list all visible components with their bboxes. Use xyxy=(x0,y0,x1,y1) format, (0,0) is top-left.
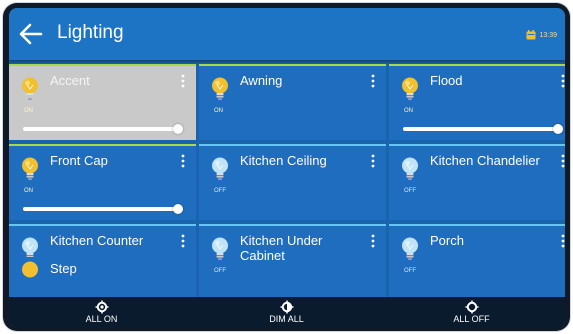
light-state: OFF xyxy=(214,268,226,274)
more-vert-icon[interactable] xyxy=(370,74,376,88)
light-name: Porch xyxy=(430,233,464,248)
light-state: ON xyxy=(404,108,413,114)
brightness-slider[interactable] xyxy=(403,124,564,134)
all-off-label: ALL OFF xyxy=(453,314,490,324)
light-tile-kitchen-under-cabinet[interactable]: Kitchen Under Cabinet OFF xyxy=(199,224,386,300)
light-name: Awning xyxy=(240,73,283,88)
light-name: Kitchen Under Cabinet xyxy=(240,233,323,263)
light-off-icon xyxy=(465,300,478,314)
light-state: ON xyxy=(24,188,33,194)
arrow-left-icon[interactable] xyxy=(17,21,45,47)
dim-all-button[interactable]: DIM ALL xyxy=(194,297,379,328)
clock-time: 13:39 xyxy=(539,31,557,39)
light-tile-partial[interactable]: Step xyxy=(9,257,196,278)
light-tile-front-cap[interactable]: Front Cap ON xyxy=(9,144,196,220)
light-tile-porch[interactable]: Porch OFF xyxy=(389,224,565,300)
lights-grid: Accent ON Awning ON Flood ON Front Cap ON Kitche… xyxy=(9,64,565,328)
bulb-off-icon xyxy=(402,157,418,180)
more-vert-icon[interactable] xyxy=(370,234,376,248)
light-name: Accent xyxy=(50,73,90,88)
bulb-on-icon xyxy=(22,77,38,100)
light-state: OFF xyxy=(404,268,416,274)
dim-all-label: DIM ALL xyxy=(269,314,304,324)
slider-fill xyxy=(403,127,559,131)
all-on-button[interactable]: ALL ON xyxy=(9,297,194,328)
more-vert-icon[interactable] xyxy=(560,74,565,88)
tablet-device: Lighting 13:39 Accent ON Awning ON Flood ON Fr… xyxy=(3,3,570,331)
bulb-off-icon xyxy=(212,157,228,180)
more-vert-icon[interactable] xyxy=(180,74,186,88)
all-on-label: ALL ON xyxy=(85,314,118,324)
brightness-slider[interactable] xyxy=(23,124,184,134)
light-tile-kitchen-chandelier[interactable]: Kitchen Chandelier OFF xyxy=(389,144,565,220)
light-name: Kitchen Ceiling xyxy=(240,153,327,168)
slider-thumb[interactable] xyxy=(553,124,564,134)
light-name: Step xyxy=(50,261,77,276)
light-on-icon xyxy=(95,300,108,314)
light-name: Kitchen Counter xyxy=(50,233,144,248)
light-name: Flood xyxy=(430,73,463,88)
calendar-icon xyxy=(526,30,536,40)
light-name: Front Cap xyxy=(50,153,108,168)
more-vert-icon[interactable] xyxy=(180,154,186,168)
light-tile-flood[interactable]: Flood ON xyxy=(389,64,565,140)
more-vert-icon[interactable] xyxy=(370,154,376,168)
slider-thumb[interactable] xyxy=(173,124,184,134)
bulb-on-icon xyxy=(22,261,38,278)
bulb-on-icon xyxy=(22,157,38,180)
more-vert-icon[interactable] xyxy=(180,234,186,248)
all-off-button[interactable]: ALL OFF xyxy=(379,297,564,328)
page-title: Lighting xyxy=(57,22,124,43)
slider-fill xyxy=(23,127,179,131)
dim-icon xyxy=(280,300,293,314)
light-state: ON xyxy=(214,108,223,114)
light-tile-awning[interactable]: Awning ON xyxy=(199,64,386,140)
light-tile-kitchen-ceiling[interactable]: Kitchen Ceiling OFF xyxy=(199,144,386,220)
bulb-off-icon xyxy=(402,237,418,260)
brightness-slider[interactable] xyxy=(23,204,184,214)
slider-fill xyxy=(23,207,179,211)
light-name: Kitchen Chandelier xyxy=(430,153,540,168)
app-bar: Lighting 13:39 xyxy=(9,8,565,60)
light-state: OFF xyxy=(404,188,416,194)
slider-thumb[interactable] xyxy=(173,204,184,214)
more-vert-icon[interactable] xyxy=(560,154,565,168)
light-state: OFF xyxy=(214,188,226,194)
light-state: ON xyxy=(24,108,33,114)
screen: Lighting 13:39 Accent ON Awning ON Flood ON Fr… xyxy=(9,8,565,328)
bulb-on-icon xyxy=(212,77,228,100)
more-vert-icon[interactable] xyxy=(560,234,565,248)
light-tile-accent[interactable]: Accent ON xyxy=(9,64,196,140)
bulb-off-icon xyxy=(212,237,228,260)
status-area: 13:39 xyxy=(526,30,557,40)
bottom-action-bar: ALL ON DIM ALL ALL OFF xyxy=(9,297,565,328)
bulb-on-icon xyxy=(402,77,418,100)
